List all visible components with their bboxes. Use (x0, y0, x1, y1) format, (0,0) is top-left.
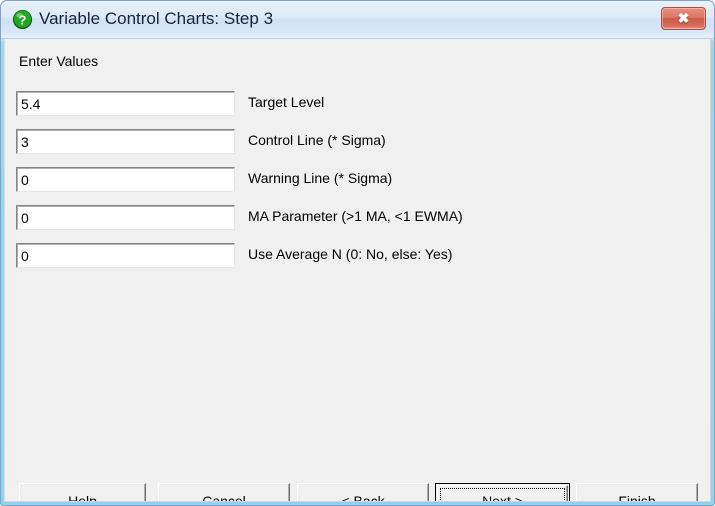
back-button[interactable]: < Back (297, 483, 429, 502)
dialog-window: ? Variable Control Charts: Step 3 ✖ Ente… (0, 0, 715, 506)
next-button-label: Next (482, 493, 515, 502)
help-button-accel: H (68, 493, 79, 502)
close-button[interactable]: ✖ (661, 7, 706, 30)
field-row: MA Parameter (>1 MA, <1 EWMA) (16, 205, 706, 231)
field-row: Use Average N (0: No, else: Yes) (16, 243, 706, 269)
finish-button-accel: F (618, 493, 627, 502)
warning-line-input[interactable] (16, 167, 235, 192)
window-title: Variable Control Charts: Step 3 (39, 9, 274, 28)
ma-parameter-input[interactable] (16, 205, 235, 230)
field-row: Target Level (16, 91, 706, 117)
title-bar: ? Variable Control Charts: Step 3 ✖ (1, 1, 714, 39)
cancel-button-label: ancel (212, 493, 246, 502)
target-level-label: Target Level (248, 94, 325, 110)
close-icon: ✖ (677, 10, 690, 26)
cancel-button-accel: C (202, 493, 213, 502)
finish-button-label: inish (626, 493, 656, 502)
warning-line-label: Warning Line (* Sigma) (248, 170, 393, 186)
next-button-label-wrap: Next > (436, 484, 569, 502)
next-button[interactable]: Next > (435, 483, 570, 502)
next-button-accel: > (514, 493, 523, 502)
svg-text:?: ? (19, 12, 27, 27)
dialog-client-area: Enter Values Target Level Control Line (… (4, 39, 711, 502)
back-button-label: Back (349, 493, 385, 502)
field-row: Control Line (* Sigma) (16, 129, 706, 155)
control-line-input[interactable] (16, 129, 235, 154)
field-row: Warning Line (* Sigma) (16, 167, 706, 193)
back-button-accel: < (341, 493, 350, 502)
use-average-n-label: Use Average N (0: No, else: Yes) (248, 246, 453, 262)
help-button[interactable]: Help (19, 483, 146, 502)
ma-parameter-label: MA Parameter (>1 MA, <1 EWMA) (248, 208, 463, 224)
cancel-button[interactable]: Cancel (158, 483, 290, 502)
control-line-label: Control Line (* Sigma) (248, 132, 386, 148)
finish-button[interactable]: Finish (576, 483, 698, 502)
enter-values-heading: Enter Values (19, 53, 99, 69)
help-button-label: elp (78, 493, 97, 502)
use-average-n-input[interactable] (16, 243, 235, 268)
question-mark-icon: ? (12, 9, 33, 30)
target-level-input[interactable] (16, 91, 235, 116)
